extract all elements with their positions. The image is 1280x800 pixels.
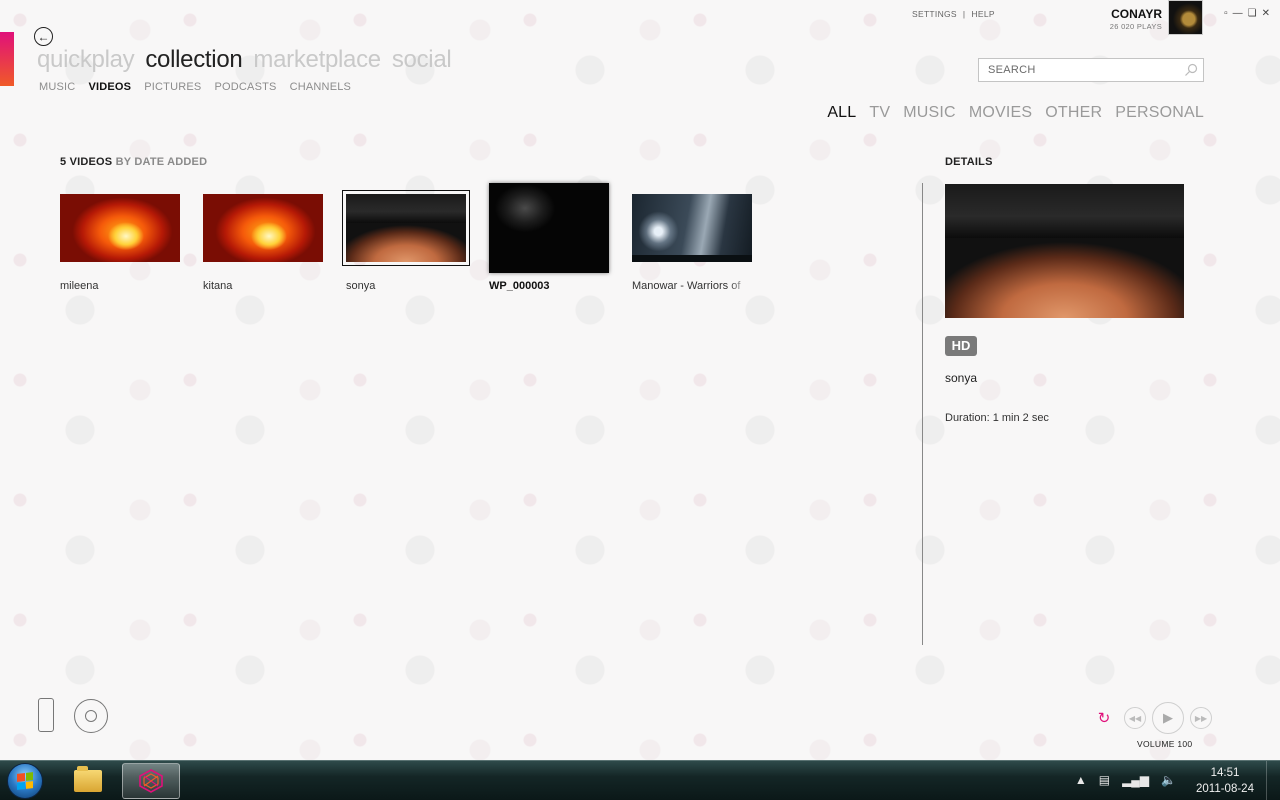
- user-block[interactable]: CONAYR 26 020 PLAYS: [1110, 7, 1162, 31]
- filter-all[interactable]: ALL: [827, 104, 856, 122]
- video-grid: mileena kitana sonya WP_000003 Manowar -…: [60, 183, 752, 292]
- subnav-channels[interactable]: CHANNELS: [290, 81, 352, 93]
- filter-tv[interactable]: TV: [869, 104, 890, 122]
- previous-button[interactable]: ◀◀: [1124, 707, 1146, 729]
- play-button[interactable]: ▶: [1152, 702, 1184, 734]
- next-button[interactable]: ▶▶: [1190, 707, 1212, 729]
- collection-count: 5 VIDEOS BY DATE ADDED: [60, 156, 207, 168]
- video-thumbnail[interactable]: [60, 194, 180, 262]
- accent-bar: [0, 32, 14, 86]
- links-separator: |: [962, 9, 966, 19]
- nav-social[interactable]: social: [392, 46, 452, 74]
- details-divider: [922, 183, 923, 645]
- window-controls: ▫ — ❏ ✕: [1224, 8, 1270, 19]
- details-duration: Duration: 1 min 2 sec: [945, 412, 1049, 424]
- back-button[interactable]: ←: [34, 27, 53, 46]
- subnav-videos[interactable]: VIDEOS: [88, 81, 131, 93]
- sort-selector[interactable]: BY DATE ADDED: [116, 156, 208, 168]
- video-title: sonya: [346, 280, 376, 292]
- video-count: 5 VIDEOS: [60, 156, 113, 168]
- filter-nav: ALL TV MUSIC MOVIES OTHER PERSONAL: [827, 104, 1204, 122]
- clock-date: 2011-08-24: [1196, 783, 1254, 795]
- thumb-detail: [632, 255, 752, 262]
- taskbar-zune[interactable]: [122, 763, 180, 799]
- power-icon[interactable]: ▤: [1099, 773, 1110, 787]
- show-desktop-button[interactable]: [1266, 761, 1280, 800]
- thumb-detail: [346, 194, 466, 223]
- help-link[interactable]: HELP: [971, 9, 994, 19]
- video-title: kitana: [203, 280, 233, 292]
- disc-center: [85, 710, 97, 722]
- filter-music[interactable]: MUSIC: [903, 104, 956, 122]
- zune-window: ← quickplay collection marketplace socia…: [0, 0, 1280, 760]
- video-tile-hovered[interactable]: WP_000003: [489, 183, 609, 292]
- clock-time: 14:51: [1210, 767, 1240, 779]
- video-title: Manowar - Warriors of: [632, 280, 741, 292]
- main-nav: quickplay collection marketplace social: [37, 46, 452, 74]
- filter-other[interactable]: OTHER: [1045, 104, 1102, 122]
- fast-forward-icon: ▶▶: [1194, 713, 1208, 723]
- subnav-podcasts[interactable]: PODCASTS: [214, 81, 276, 93]
- taskbar-explorer[interactable]: [59, 763, 117, 799]
- folder-icon: [74, 766, 102, 792]
- video-title: WP_000003: [489, 280, 550, 292]
- maximize-icon[interactable]: ❏: [1248, 8, 1257, 19]
- user-plays: 26 020 PLAYS: [1109, 22, 1162, 31]
- start-button[interactable]: [7, 763, 43, 799]
- system-tray: ▲ ▤ ▂▄▆ 🔈: [1075, 773, 1176, 787]
- details-thumbnail[interactable]: [945, 184, 1184, 318]
- settings-link[interactable]: SETTINGS: [912, 9, 957, 19]
- search-icon[interactable]: [1184, 63, 1198, 77]
- signal-icon[interactable]: ▂▄▆: [1122, 773, 1149, 787]
- hd-badge: HD: [945, 336, 977, 356]
- play-icon: ▶: [1163, 710, 1173, 725]
- video-tile[interactable]: mileena: [60, 183, 180, 292]
- close-icon[interactable]: ✕: [1262, 8, 1270, 19]
- nav-quickplay[interactable]: quickplay: [37, 46, 135, 74]
- volume-label[interactable]: VOLUME 100: [1137, 739, 1192, 749]
- rewind-icon: ◀◀: [1128, 713, 1142, 723]
- zune-logo-icon: [139, 769, 163, 793]
- details-title: sonya: [945, 371, 978, 385]
- thumb-detail: [945, 237, 1184, 318]
- video-thumbnail[interactable]: [632, 194, 752, 262]
- disc-icon[interactable]: [74, 699, 108, 733]
- windows-logo-icon: [17, 772, 33, 790]
- subnav-music[interactable]: MUSIC: [39, 81, 75, 93]
- repeat-icon[interactable]: ↻: [1096, 709, 1112, 727]
- details-heading: DETAILS: [945, 156, 993, 168]
- thumb-detail: [945, 184, 1184, 238]
- nav-marketplace[interactable]: marketplace: [253, 46, 381, 74]
- video-tile[interactable]: kitana: [203, 183, 323, 292]
- user-name[interactable]: CONAYR: [1110, 7, 1162, 21]
- top-links: SETTINGS | HELP: [912, 9, 995, 19]
- tray-expand-icon[interactable]: ▲: [1075, 773, 1087, 787]
- taskbar: ▲ ▤ ▂▄▆ 🔈 14:51 2011-08-24: [0, 760, 1280, 800]
- subnav-pictures[interactable]: PICTURES: [144, 81, 201, 93]
- mini-mode-icon[interactable]: ▫: [1224, 8, 1228, 19]
- video-thumbnail[interactable]: [203, 194, 323, 262]
- volume-icon[interactable]: 🔈: [1161, 773, 1176, 787]
- search-box[interactable]: [978, 58, 1204, 82]
- video-thumbnail[interactable]: [489, 183, 609, 273]
- search-input[interactable]: [988, 64, 1178, 76]
- sub-nav: MUSIC VIDEOS PICTURES PODCASTS CHANNELS: [39, 81, 351, 93]
- video-tile[interactable]: Manowar - Warriors of: [632, 183, 752, 292]
- video-title: mileena: [60, 280, 99, 292]
- back-arrow-icon: ←: [37, 29, 50, 44]
- video-tile-selected[interactable]: sonya: [342, 183, 470, 292]
- filter-personal[interactable]: PERSONAL: [1115, 104, 1204, 122]
- filter-movies[interactable]: MOVIES: [969, 104, 1032, 122]
- clock[interactable]: 14:51 2011-08-24: [1192, 765, 1258, 797]
- thumb-detail: [346, 222, 466, 262]
- device-icon[interactable]: [38, 698, 54, 732]
- player-controls: ↻ ◀◀ ▶ ▶▶: [1096, 702, 1212, 734]
- avatar[interactable]: [1168, 0, 1203, 35]
- nav-collection[interactable]: collection: [145, 46, 242, 74]
- minimize-icon[interactable]: —: [1233, 8, 1243, 19]
- video-thumbnail[interactable]: [342, 190, 470, 266]
